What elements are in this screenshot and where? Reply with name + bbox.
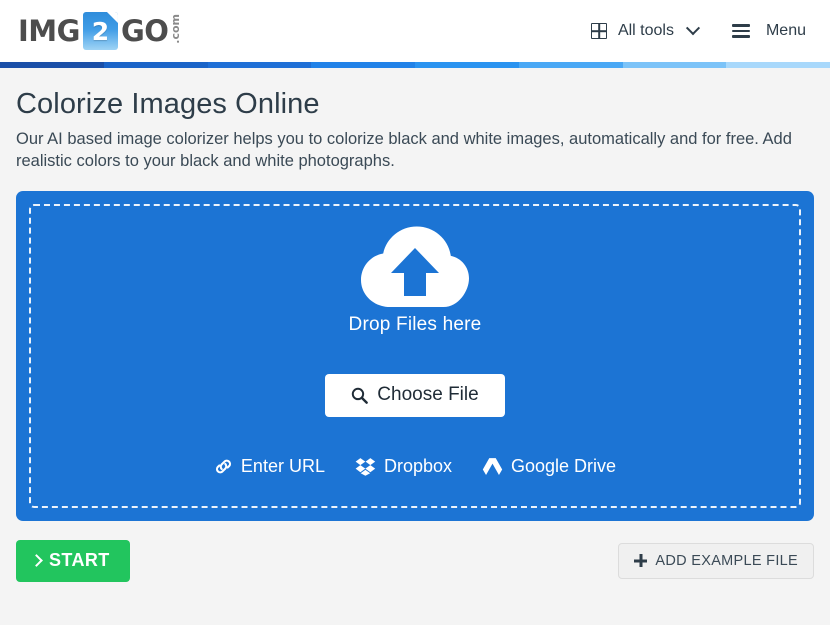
all-tools-menu[interactable]: All tools — [585, 18, 704, 44]
google-drive-icon — [482, 457, 503, 475]
file-dropzone[interactable]: Drop Files here Choose File Enter URL Dr… — [16, 190, 814, 521]
add-example-file-button[interactable]: ADD EXAMPLE FILE — [618, 542, 814, 579]
enter-url-link[interactable]: Enter URL — [214, 456, 325, 477]
menu-label: Menu — [765, 22, 806, 39]
page-title: Colorize Images Online — [16, 88, 320, 120]
main-menu-button[interactable]: Menu — [704, 17, 812, 45]
logo-text-go: GO — [120, 13, 169, 48]
color-stripe — [0, 62, 830, 68]
header-nav: All tools Menu — [585, 17, 812, 45]
action-bar: START ADD EXAMPLE FILE — [0, 521, 830, 582]
all-tools-label: All tools — [617, 22, 674, 39]
dropzone-inner: Drop Files here Choose File Enter URL Dr… — [29, 203, 801, 508]
link-icon — [215, 459, 231, 473]
logo-text-tld: .com — [169, 14, 183, 44]
service-links: Enter URL Dropbox Google Drive — [214, 456, 616, 477]
search-icon — [352, 387, 369, 404]
choose-file-button[interactable]: Choose File — [325, 373, 505, 417]
stripe-segment-1 — [0, 62, 104, 68]
stripe-segment-4 — [311, 62, 415, 68]
add-example-file-label: ADD EXAMPLE FILE — [655, 552, 798, 569]
dropbox-label: Dropbox — [383, 455, 453, 476]
google-drive-label: Google Drive — [511, 455, 617, 476]
plus-icon — [634, 554, 647, 567]
dropbox-link[interactable]: Dropbox — [355, 456, 452, 477]
choose-file-label: Choose File — [377, 384, 479, 406]
start-label: START — [49, 550, 110, 571]
logo-badge-icon: 2 — [82, 12, 118, 50]
stripe-segment-8 — [726, 62, 830, 68]
hamburger-icon — [731, 21, 750, 41]
grid-icon — [590, 23, 607, 39]
start-button[interactable]: START — [16, 539, 130, 582]
stripe-segment-6 — [518, 62, 623, 68]
chevron-right-icon — [30, 554, 43, 567]
google-drive-link[interactable]: Google Drive — [482, 456, 616, 477]
stripe-segment-3 — [207, 62, 312, 68]
drop-files-text: Drop Files here — [348, 313, 482, 335]
dropbox-icon — [355, 457, 376, 476]
site-logo[interactable]: IMG 2 GO .com — [18, 12, 183, 50]
stripe-segment-2 — [103, 62, 208, 68]
stripe-segment-5 — [415, 62, 519, 68]
chevron-down-icon — [685, 21, 701, 36]
site-header: IMG 2 GO .com All tools Menu — [0, 0, 830, 62]
logo-text-img: IMG — [18, 13, 80, 48]
main-content: Colorize Images Online Our AI based imag… — [0, 68, 830, 521]
cloud-upload-icon — [361, 226, 469, 307]
enter-url-label: Enter URL — [240, 455, 325, 476]
stripe-segment-7 — [622, 62, 727, 68]
page-description: Our AI based image colorizer helps you t… — [16, 130, 792, 170]
logo-badge-number: 2 — [91, 16, 110, 46]
